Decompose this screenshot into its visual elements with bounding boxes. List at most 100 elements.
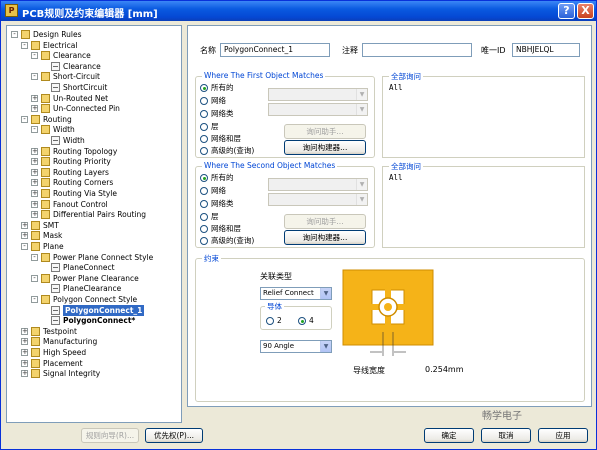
collapse-toggle-icon[interactable]: - <box>31 73 38 81</box>
first-full-query-box[interactable]: 全部询问 All <box>382 71 585 158</box>
connect-type-select[interactable]: Relief Connect ▼ <box>260 287 332 300</box>
tree-node-label: Routing Corners <box>53 178 114 188</box>
expand-toggle-icon[interactable]: + <box>21 359 28 367</box>
first-query-builder-button[interactable]: 询问构建器... <box>284 140 366 155</box>
help-button[interactable]: ? <box>558 3 575 19</box>
second-query-builder-button[interactable]: 询问构建器... <box>284 230 366 245</box>
folder-icon <box>31 337 40 347</box>
rule-tree[interactable]: - Design Rules - Electrical - Clearance Cleara… <box>6 25 182 423</box>
folder-icon <box>41 104 50 114</box>
tree-node-label: Power Plane Connect Style <box>53 252 154 262</box>
connect-type-value: Relief Connect <box>263 289 314 297</box>
first-query-helper-button[interactable]: 询问助手... <box>284 124 366 139</box>
collapse-toggle-icon[interactable]: - <box>21 41 28 49</box>
radio-label: 高级的(查询) <box>211 146 255 155</box>
collapse-toggle-icon[interactable]: - <box>31 126 38 134</box>
expand-toggle-icon[interactable]: + <box>31 147 38 155</box>
second-net-class-select[interactable]: ▼ <box>268 193 368 206</box>
collapse-toggle-icon[interactable]: - <box>11 31 18 38</box>
comment-field[interactable] <box>362 43 472 57</box>
rule-icon <box>51 136 60 145</box>
expand-toggle-icon[interactable]: + <box>31 168 38 176</box>
expand-toggle-icon[interactable]: + <box>21 327 28 335</box>
expand-toggle-icon[interactable]: + <box>21 232 28 240</box>
expand-toggle-icon[interactable]: + <box>31 179 38 187</box>
folder-icon <box>41 93 50 103</box>
radio-label: 层 <box>211 122 219 131</box>
chevron-down-icon: ▼ <box>356 89 367 100</box>
priority-button[interactable]: 优先权(P)... <box>145 428 203 443</box>
tree-node-label: Un-Routed Net <box>53 93 109 103</box>
collapse-toggle-icon[interactable]: - <box>21 115 28 123</box>
collapse-toggle-icon[interactable]: - <box>31 274 38 282</box>
radio-label: 高级的(查询) <box>211 236 255 245</box>
name-field[interactable]: PolygonConnect_1 <box>220 43 330 57</box>
expand-toggle-icon[interactable]: + <box>31 200 38 208</box>
tree-node-label: Manufacturing <box>43 337 98 347</box>
radio-dot <box>200 147 208 155</box>
collapse-toggle-icon[interactable]: - <box>21 243 28 250</box>
chevron-down-icon: ▼ <box>320 341 331 352</box>
radio-label: 4 <box>309 316 314 325</box>
folder-icon <box>41 189 50 198</box>
pad-hole <box>384 303 392 311</box>
expand-toggle-icon[interactable]: + <box>21 370 28 378</box>
collapse-toggle-icon[interactable]: - <box>31 253 38 261</box>
rule-detail-panel: 名称 PolygonConnect_1 注释 唯一ID NBHJELQL Whe… <box>187 25 592 407</box>
expand-toggle-icon[interactable]: + <box>31 105 38 113</box>
radio-dot <box>200 84 208 92</box>
angle-select[interactable]: 90 Angle ▼ <box>260 340 332 353</box>
chevron-down-icon: ▼ <box>356 179 367 190</box>
chevron-down-icon: ▼ <box>356 194 367 205</box>
first-match-title: Where The First Object Matches <box>202 71 326 80</box>
expand-toggle-icon[interactable]: + <box>31 211 38 219</box>
tree-node-label: Routing Topology <box>53 146 118 156</box>
folder-icon <box>41 125 50 135</box>
folder-icon <box>21 30 30 39</box>
tree-node-label: PolygonConnect* <box>63 316 136 326</box>
folder-icon <box>31 369 40 379</box>
expand-toggle-icon[interactable]: + <box>31 158 38 166</box>
rule-wizard-button[interactable]: 规则向导(R)... <box>81 428 139 443</box>
rule-icon <box>51 305 60 315</box>
chevron-down-icon: ▼ <box>320 288 331 299</box>
chevron-down-icon: ▼ <box>356 104 367 115</box>
folder-icon <box>41 72 50 82</box>
tree-node-label: Signal Integrity <box>43 369 101 379</box>
radio-label: 网络和层 <box>211 224 241 233</box>
radio-label: 2 <box>277 316 282 325</box>
radio-dot <box>200 225 208 233</box>
tree-node-label: Power Plane Clearance <box>53 273 139 283</box>
folder-icon <box>41 295 50 304</box>
second-query-helper-button[interactable]: 询问助手... <box>284 214 366 229</box>
folder-icon <box>41 157 50 167</box>
tree-node-label: Width <box>53 125 75 135</box>
second-net-select[interactable]: ▼ <box>268 178 368 191</box>
radio-label: 网络类 <box>211 109 234 118</box>
expand-toggle-icon[interactable]: + <box>31 94 38 102</box>
conductor-width-value[interactable]: 0.254mm <box>425 365 464 374</box>
cancel-button[interactable]: 取消 <box>481 428 531 443</box>
tree-node-label: PlaneConnect <box>63 263 115 273</box>
expand-toggle-icon[interactable]: + <box>21 349 28 356</box>
expand-toggle-icon[interactable]: + <box>31 190 38 197</box>
apply-button[interactable]: 应用 <box>538 428 588 443</box>
collapse-toggle-icon[interactable]: - <box>31 296 38 303</box>
radio-label: 网络和层 <box>211 134 241 143</box>
first-net-select[interactable]: ▼ <box>268 88 368 101</box>
unique-id-field[interactable]: NBHJELQL <box>512 43 580 57</box>
radio-dot <box>200 213 208 221</box>
expand-toggle-icon[interactable]: + <box>21 338 28 346</box>
first-net-class-select[interactable]: ▼ <box>268 103 368 116</box>
folder-icon <box>31 114 40 124</box>
collapse-toggle-icon[interactable]: - <box>31 52 38 60</box>
radio-label: 所有的 <box>211 173 234 182</box>
close-button[interactable]: X <box>577 3 594 19</box>
tree-node-label: Polygon Connect Style <box>53 295 138 304</box>
second-full-query-box[interactable]: 全部询问 All <box>382 161 585 248</box>
title-bar[interactable]: P PCB规则及约束编辑器 [mm] ? X <box>1 1 596 21</box>
ok-button[interactable]: 确定 <box>424 428 474 443</box>
expand-toggle-icon[interactable]: + <box>21 221 28 229</box>
tree-node-label: Mask <box>43 231 63 241</box>
folder-icon <box>41 199 50 209</box>
